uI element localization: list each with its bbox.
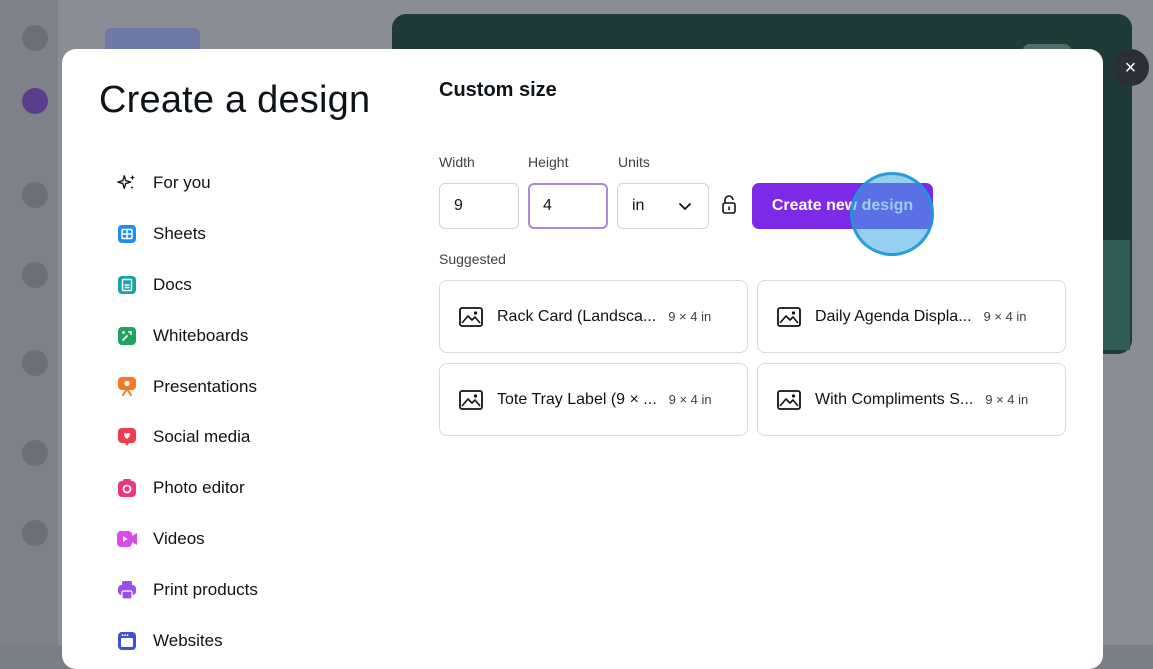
- suggested-label: Suggested: [439, 251, 506, 267]
- menu-item-label: Websites: [153, 630, 223, 650]
- units-select[interactable]: in: [617, 183, 709, 229]
- units-label: Units: [618, 154, 650, 170]
- suggestion-card[interactable]: Tote Tray Label (9 × ... 9 × 4 in: [439, 363, 748, 436]
- menu-item-whiteboards[interactable]: Whiteboards: [117, 310, 258, 361]
- image-icon: [459, 389, 483, 410]
- menu-item-photo-editor[interactable]: Photo editor: [117, 463, 258, 514]
- menu-item-label: Presentations: [153, 376, 257, 396]
- videos-icon: [117, 529, 137, 549]
- suggestion-size: 9 × 4 in: [668, 309, 712, 324]
- websites-icon: [117, 631, 137, 651]
- menu-item-label: Sheets: [153, 224, 206, 244]
- close-button[interactable]: ×: [1112, 49, 1149, 86]
- background-apps-icon: [22, 520, 48, 546]
- suggestion-size: 9 × 4 in: [985, 392, 1029, 407]
- background-sidebar: [0, 0, 58, 645]
- width-input[interactable]: 9: [439, 183, 519, 229]
- social-media-icon: [117, 427, 137, 447]
- background-menu-icon: [22, 25, 48, 51]
- suggestion-card[interactable]: Daily Agenda Displa... 9 × 4 in: [757, 280, 1066, 353]
- suggestion-name: Daily Agenda Displa...: [815, 307, 972, 325]
- close-icon: ×: [1124, 56, 1137, 79]
- menu-item-label: For you: [153, 173, 211, 193]
- menu-item-label: Whiteboards: [153, 325, 249, 345]
- suggestion-card[interactable]: With Compliments S... 9 × 4 in: [757, 363, 1066, 436]
- create-new-design-button[interactable]: Create new design: [752, 183, 933, 229]
- suggestion-size: 9 × 4 in: [983, 309, 1027, 324]
- background-projects-icon: [22, 262, 48, 288]
- sheets-icon: [117, 224, 137, 244]
- menu-item-videos[interactable]: Videos: [117, 514, 258, 565]
- modal-title: Create a design: [99, 79, 371, 121]
- chevron-down-icon: [678, 199, 692, 218]
- whiteboards-icon: [117, 326, 137, 346]
- background-templates-icon: [22, 350, 48, 376]
- height-label: Height: [528, 154, 569, 170]
- menu-item-label: Videos: [153, 528, 205, 548]
- suggestion-size: 9 × 4 in: [668, 392, 712, 407]
- design-type-menu: For you Sheets Docs Whiteboards Presenta…: [117, 158, 258, 666]
- suggestion-name: Rack Card (Landsca...: [497, 307, 657, 325]
- menu-item-label: Print products: [153, 579, 258, 599]
- suggestion-name: With Compliments S...: [815, 390, 974, 408]
- unlock-icon[interactable]: [721, 195, 737, 220]
- image-icon: [777, 306, 801, 327]
- menu-item-social-media[interactable]: Social media: [117, 412, 258, 463]
- menu-item-label: Social media: [153, 427, 251, 447]
- sparkle-icon: [117, 173, 137, 193]
- menu-item-label: Photo editor: [153, 478, 245, 498]
- image-icon: [777, 389, 801, 410]
- menu-item-print-products[interactable]: Print products: [117, 564, 258, 615]
- menu-item-presentations[interactable]: Presentations: [117, 361, 258, 412]
- image-icon: [459, 306, 483, 327]
- menu-item-websites[interactable]: Websites: [117, 615, 258, 666]
- units-value: in: [632, 197, 645, 214]
- suggestion-card[interactable]: Rack Card (Landsca... 9 × 4 in: [439, 280, 748, 353]
- menu-item-docs[interactable]: Docs: [117, 260, 258, 311]
- background-avatar: [22, 88, 48, 114]
- height-input[interactable]: 4: [528, 183, 608, 229]
- menu-item-sheets[interactable]: Sheets: [117, 209, 258, 260]
- presentations-icon: [117, 377, 137, 397]
- custom-size-heading: Custom size: [439, 79, 557, 101]
- suggestion-name: Tote Tray Label (9 × ...: [497, 390, 657, 408]
- background-brand-icon: [22, 440, 48, 466]
- docs-icon: [117, 275, 137, 295]
- print-products-icon: [117, 580, 137, 600]
- photo-editor-icon: [117, 478, 137, 498]
- width-label: Width: [439, 154, 475, 170]
- menu-item-label: Docs: [153, 274, 192, 294]
- background-home-icon: [22, 182, 48, 208]
- menu-item-for-you[interactable]: For you: [117, 158, 258, 209]
